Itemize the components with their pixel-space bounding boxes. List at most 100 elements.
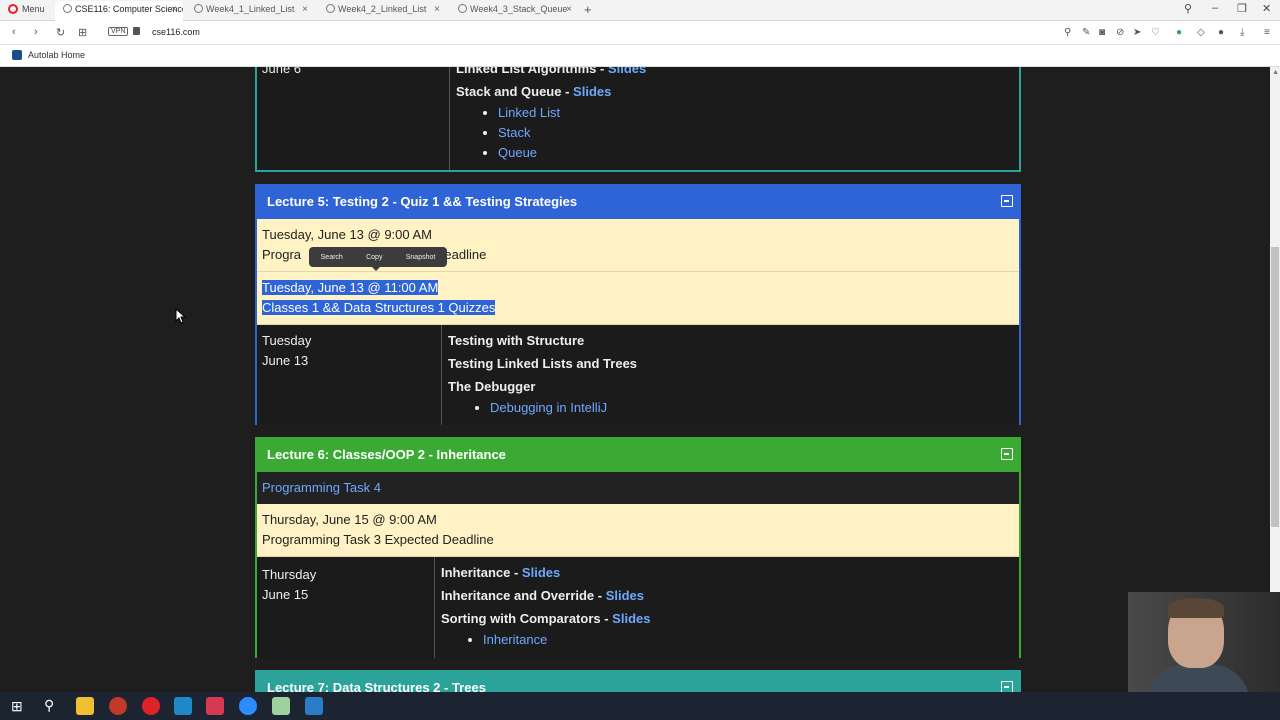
topic-title: Stack and Queue - [456, 84, 574, 99]
sublink-stack[interactable]: Stack [498, 123, 646, 143]
page-content: June 6 Linked List Algorithms - Slides S… [0, 67, 1280, 692]
minimize-icon[interactable]: – [1212, 2, 1218, 14]
popup-search-button[interactable]: Search [321, 254, 343, 261]
app-icon[interactable] [305, 697, 323, 715]
scroll-up-icon[interactable]: ▲ [1272, 69, 1279, 76]
lecture-7-header[interactable]: Lecture 7: Data Structures 2 - Trees [257, 672, 1019, 692]
topic-title: Sorting with Comparators - [441, 611, 613, 626]
programming-task-4-link[interactable]: Programming Task 4 [262, 480, 381, 495]
topic-item: Sorting with Comparators - Slides [441, 607, 650, 630]
globe-icon [194, 4, 203, 13]
slides-link[interactable]: Slides [606, 588, 644, 603]
zoom-app-icon[interactable] [239, 697, 257, 715]
tab-week4-1[interactable]: Week4_1_Linked_List × [186, 1, 314, 21]
download-icon[interactable]: ⤓ [1240, 27, 1244, 38]
globe-icon [63, 4, 72, 13]
lecture-6-card: Lecture 6: Classes/OOP 2 - Inheritance P… [255, 437, 1021, 658]
block-icon[interactable]: ⊘ [1116, 27, 1124, 38]
opera-browser-icon[interactable] [142, 697, 160, 715]
url-field[interactable]: cse116.com [152, 27, 200, 37]
slides-link[interactable]: Slides [573, 84, 611, 99]
sublink-linked-list[interactable]: Linked List [498, 103, 646, 123]
restore-icon[interactable]: ❐ [1237, 2, 1247, 15]
cube-icon[interactable]: ◇ [1197, 27, 1205, 38]
topic-item: Inheritance - Slides [441, 561, 650, 584]
bookmark-autolab-home[interactable]: Autolab Home [28, 50, 85, 60]
file-explorer-icon[interactable] [76, 697, 94, 715]
sublink-debugging-intellij[interactable]: Debugging in IntelliJ [490, 398, 637, 418]
tab-cse116[interactable]: CSE116: Computer Science × [55, 1, 183, 21]
bookmarks-bar: Autolab Home [0, 45, 1280, 67]
back-icon[interactable]: ‹ [12, 26, 16, 38]
lecture-6-header[interactable]: Lecture 6: Classes/OOP 2 - Inheritance [257, 439, 1019, 472]
tab-title: Week4_2_Linked_List [338, 4, 427, 14]
presenter-hair [1168, 598, 1224, 618]
tab-title: Week4_3_Stack_Queue [470, 4, 568, 14]
event-row: Thursday, June 15 @ 9:00 AM Programming … [257, 504, 1019, 557]
lecture-5-card: Lecture 5: Testing 2 - Quiz 1 && Testing… [255, 184, 1021, 425]
lecture-6-sublinks: Inheritance [483, 630, 650, 650]
edit-icon[interactable]: ✎ [1082, 27, 1090, 38]
day-text: Thursday [262, 567, 317, 582]
app-icon[interactable] [174, 697, 192, 715]
globe-icon [458, 4, 467, 13]
lock-icon[interactable] [133, 27, 140, 35]
collapse-icon[interactable] [1001, 448, 1013, 460]
close-tab-icon[interactable]: × [302, 4, 308, 15]
popup-copy-button[interactable]: Copy [366, 254, 382, 261]
close-window-icon[interactable]: ✕ [1262, 2, 1271, 15]
intellij-icon[interactable] [206, 697, 224, 715]
scroll-thumb[interactable] [1271, 247, 1279, 527]
slides-link[interactable]: Slides [522, 565, 560, 580]
sublink-queue[interactable]: Queue [498, 143, 646, 163]
tab-week4-2[interactable]: Week4_2_Linked_List × [318, 1, 446, 21]
slides-link[interactable]: Slides [608, 67, 646, 76]
task-row: Programming Task 4 [257, 472, 1019, 504]
app-icon[interactable] [272, 697, 290, 715]
lecture-6-topics: Inheritance - Slides Inheritance and Ove… [435, 557, 656, 658]
zoom-icon[interactable]: ⚲ [1064, 27, 1071, 38]
close-tab-icon[interactable]: × [434, 4, 440, 15]
topic-item: Testing Linked Lists and Trees [448, 356, 638, 371]
date-text: June 6 [262, 67, 302, 76]
app-icon[interactable] [109, 697, 127, 715]
speed-dial-icon[interactable]: ⊞ [78, 26, 87, 39]
search-icon[interactable]: ⚲ [44, 697, 54, 714]
day-text: Tuesday [262, 333, 312, 348]
popup-snapshot-button[interactable]: Snapshot [406, 254, 436, 261]
slides-link[interactable]: Slides [612, 611, 650, 626]
topic-item: Linked List Algorithms - Slides [456, 67, 646, 80]
collapse-icon[interactable] [1001, 681, 1013, 692]
browser-tab-bar: Menu CSE116: Computer Science × Week4_1_… [0, 0, 1280, 21]
extension-icon[interactable]: ● [1176, 27, 1182, 38]
lecture-5-header[interactable]: Lecture 5: Testing 2 - Quiz 1 && Testing… [257, 186, 1019, 219]
reload-icon[interactable]: ↻ [56, 26, 65, 39]
event-desc: Programming Task 3 Expected Deadline [262, 532, 494, 547]
menu-icon[interactable]: ≡ [1264, 27, 1270, 38]
address-bar: ‹ › ↻ ⊞ VPN cse116.com ⚲ ✎ ◙ ⊘ ➤ ♡ ● ◇ ●… [0, 21, 1280, 45]
forward-icon[interactable]: › [34, 26, 38, 38]
mouse-cursor-icon [175, 308, 187, 324]
event-time: Thursday, June 15 @ 9:00 AM [262, 512, 437, 527]
close-tab-icon[interactable]: × [566, 4, 572, 15]
sublink-inheritance[interactable]: Inheritance [483, 630, 650, 650]
autolab-icon [12, 50, 22, 60]
topic-title: Inheritance and Override - [441, 588, 606, 603]
vpn-badge[interactable]: VPN [108, 27, 129, 36]
globe-icon [326, 4, 335, 13]
windows-start-icon[interactable]: ⊞ [11, 698, 23, 715]
opera-menu-button[interactable]: Menu [8, 4, 45, 14]
new-tab-icon[interactable]: + [584, 2, 592, 17]
send-icon[interactable]: ➤ [1133, 27, 1141, 38]
tab-week4-3[interactable]: Week4_3_Stack_Queue × [450, 1, 578, 21]
topic-title: Inheritance - [441, 565, 522, 580]
topic-item: Testing with Structure [448, 333, 585, 348]
topic-item: Inheritance and Override - Slides [441, 584, 650, 607]
search-tabs-icon[interactable]: ⚲ [1184, 2, 1192, 15]
profile-icon[interactable]: ● [1218, 27, 1224, 38]
heart-icon[interactable]: ♡ [1151, 27, 1160, 38]
camera-icon[interactable]: ◙ [1099, 27, 1105, 38]
collapse-icon[interactable] [1001, 195, 1013, 207]
tab-title: Week4_1_Linked_List [206, 4, 295, 14]
close-tab-icon[interactable]: × [171, 4, 177, 15]
